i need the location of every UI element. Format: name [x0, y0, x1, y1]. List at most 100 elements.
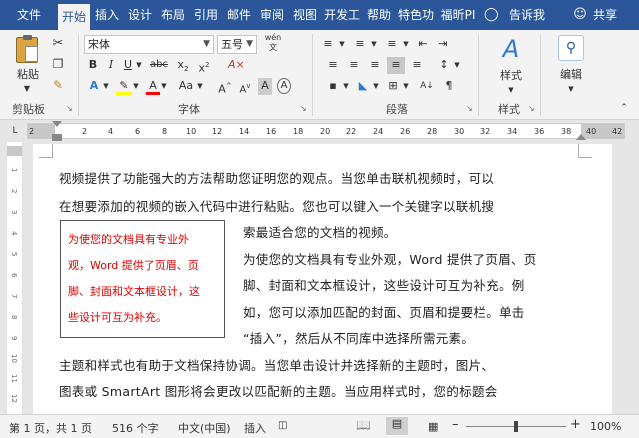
styles-icon[interactable]: A	[496, 34, 526, 64]
distributed-icon[interactable]: ≡	[408, 57, 426, 74]
enclose-characters-icon[interactable]: A	[277, 78, 291, 94]
tab-mailings[interactable]: 邮件	[223, 0, 255, 30]
shading-icon[interactable]: ◣	[354, 78, 372, 95]
chinese-layout-icon[interactable]: ▪	[324, 78, 342, 95]
find-icon[interactable]: ⚲	[558, 35, 584, 61]
shrink-font-icon[interactable]: Av	[237, 78, 253, 95]
increase-indent-icon[interactable]: ⇥	[434, 36, 452, 53]
sort-icon[interactable]: A↓	[418, 78, 436, 95]
hanging-indent-marker[interactable]	[52, 134, 62, 141]
superscript-button[interactable]: x2	[196, 57, 212, 75]
font-color-icon[interactable]: A	[146, 78, 160, 95]
italic-button[interactable]: I	[104, 57, 118, 74]
paragraph-launcher-icon[interactable]: ↘	[466, 104, 473, 113]
tab-home[interactable]: 开始	[58, 4, 90, 30]
first-line-indent-marker[interactable]	[52, 121, 62, 127]
lightbulb-icon[interactable]: ◯	[484, 0, 499, 30]
dropdown-icon[interactable]: ▼	[338, 36, 346, 53]
document-page[interactable]: 视频提供了功能强大的方法帮助您证明您的观点。当您单击联机视频时，可以 在想要添加…	[33, 144, 612, 414]
text-effects-icon[interactable]: A	[86, 78, 102, 95]
align-center-icon[interactable]: ≡	[345, 57, 363, 74]
align-left-icon[interactable]: ≡	[324, 57, 342, 74]
paste-icon[interactable]	[16, 35, 38, 63]
horizontal-ruler[interactable]: L 2 2 4 6 8 10 12 14 16 18 20 22 24 26 2…	[0, 120, 639, 142]
share-button[interactable]: 共享	[590, 0, 620, 30]
clear-formatting-icon[interactable]: A×	[228, 57, 245, 74]
tab-developer[interactable]: 开发工	[322, 0, 362, 30]
right-indent-marker[interactable]	[576, 134, 586, 140]
align-right-icon[interactable]: ≡	[366, 57, 384, 74]
phonetic-guide-icon[interactable]: wén 文	[262, 33, 284, 55]
clipboard-launcher-icon[interactable]: ↘	[66, 104, 73, 113]
ribbon: 粘贴 ▼ ✂ ❐ ✎ 剪贴板 ↘ 宋体 ▼ 五号 ▼ wén 文 B I U ▼ …	[0, 30, 639, 120]
collapse-ribbon-icon[interactable]: ⌃	[618, 100, 630, 117]
strikethrough-button[interactable]: abc	[148, 57, 170, 74]
tab-special-features[interactable]: 特色功	[396, 0, 436, 30]
person-icon[interactable]: ☺	[572, 0, 588, 30]
subscript-button[interactable]: x2	[175, 57, 191, 74]
decrease-indent-icon[interactable]: ⇤	[414, 36, 432, 53]
dropdown-icon[interactable]: ▼	[453, 57, 461, 74]
dropdown-icon[interactable]: ▼	[160, 78, 168, 95]
zoom-in-button[interactable]: +	[570, 417, 581, 432]
tab-insert[interactable]: 插入	[91, 0, 123, 30]
tab-selector-icon[interactable]: L	[9, 125, 21, 137]
font-name-combo[interactable]: 宋体 ▼	[84, 35, 214, 54]
font-launcher-icon[interactable]: ↘	[300, 104, 307, 113]
dropdown-icon[interactable]: ▼	[196, 78, 204, 95]
multilevel-list-icon[interactable]: ≡	[382, 36, 402, 53]
show-marks-icon[interactable]: ¶	[442, 78, 456, 95]
tab-design[interactable]: 设计	[124, 0, 156, 30]
tab-layout[interactable]: 布局	[157, 0, 189, 30]
word-count[interactable]: 516 个字	[112, 420, 159, 436]
tell-me-search[interactable]: 告诉我	[506, 0, 548, 30]
tab-view[interactable]: 视图	[289, 0, 321, 30]
grow-font-icon[interactable]: A^	[217, 78, 233, 96]
bold-button[interactable]: B	[86, 57, 100, 74]
styles-dropdown-icon[interactable]: ▼	[505, 82, 517, 99]
dropdown-icon[interactable]: ▼	[402, 36, 410, 53]
underline-button[interactable]: U	[121, 57, 135, 74]
styles-launcher-icon[interactable]: ↘	[528, 104, 535, 113]
print-layout-icon[interactable]: ▤	[386, 417, 408, 435]
tab-foxit-pdf[interactable]: 福昕PI	[437, 0, 479, 30]
format-painter-icon[interactable]: ✎	[50, 77, 66, 94]
tab-help[interactable]: 帮助	[363, 0, 395, 30]
read-mode-icon[interactable]: 📖	[356, 418, 371, 432]
dropdown-icon[interactable]: ▼	[102, 78, 110, 95]
change-case-icon[interactable]: Aa	[176, 78, 196, 95]
chevron-down-icon: ▼	[203, 39, 210, 49]
vertical-ruler[interactable]: 1 2 3 4 5 6 7 8 9 10 11 12	[7, 142, 23, 414]
zoom-slider-thumb[interactable]	[514, 421, 518, 432]
underline-dropdown-icon[interactable]: ▼	[135, 57, 143, 74]
numbering-icon[interactable]: ≡	[350, 36, 370, 53]
cut-icon[interactable]: ✂	[50, 36, 66, 53]
tab-references[interactable]: 引用	[190, 0, 222, 30]
web-layout-icon[interactable]: ▦	[428, 420, 438, 433]
justify-icon[interactable]: ≡	[387, 57, 405, 74]
language-indicator[interactable]: 中文(中国)	[178, 420, 231, 436]
zoom-out-button[interactable]: –	[452, 417, 459, 432]
dropdown-icon[interactable]: ▼	[342, 78, 350, 95]
highlight-color-icon[interactable]: ✎	[116, 78, 132, 95]
character-shading-icon[interactable]: A	[258, 78, 272, 95]
copy-icon[interactable]: ❐	[50, 56, 66, 73]
dropdown-icon[interactable]: ▼	[402, 78, 410, 95]
line-spacing-icon[interactable]: ↕	[435, 57, 453, 74]
paste-dropdown-icon[interactable]: ▼	[20, 81, 34, 98]
editing-dropdown-icon[interactable]: ▼	[565, 81, 577, 98]
text-box[interactable]: 为使您的文档具有专业外 观，Word 提供了页眉、页 脚、封面和文本框设计，这 …	[60, 220, 225, 338]
dropdown-icon[interactable]: ▼	[372, 78, 380, 95]
insert-mode-indicator[interactable]: 插入	[244, 420, 266, 436]
dropdown-icon[interactable]: ▼	[370, 36, 378, 53]
font-size-combo[interactable]: 五号 ▼	[217, 35, 257, 54]
dropdown-icon[interactable]: ▼	[132, 78, 140, 95]
page-count[interactable]: 第 1 页，共 1 页	[9, 420, 92, 436]
macro-record-icon[interactable]: ◫	[278, 420, 287, 431]
borders-icon[interactable]: ⊞	[384, 78, 402, 95]
zoom-level[interactable]: 100%	[590, 420, 621, 433]
tab-file[interactable]: 文件	[8, 0, 50, 30]
zoom-slider[interactable]	[466, 421, 566, 432]
bullets-icon[interactable]: ≡	[318, 36, 338, 53]
tab-review[interactable]: 审阅	[256, 0, 288, 30]
